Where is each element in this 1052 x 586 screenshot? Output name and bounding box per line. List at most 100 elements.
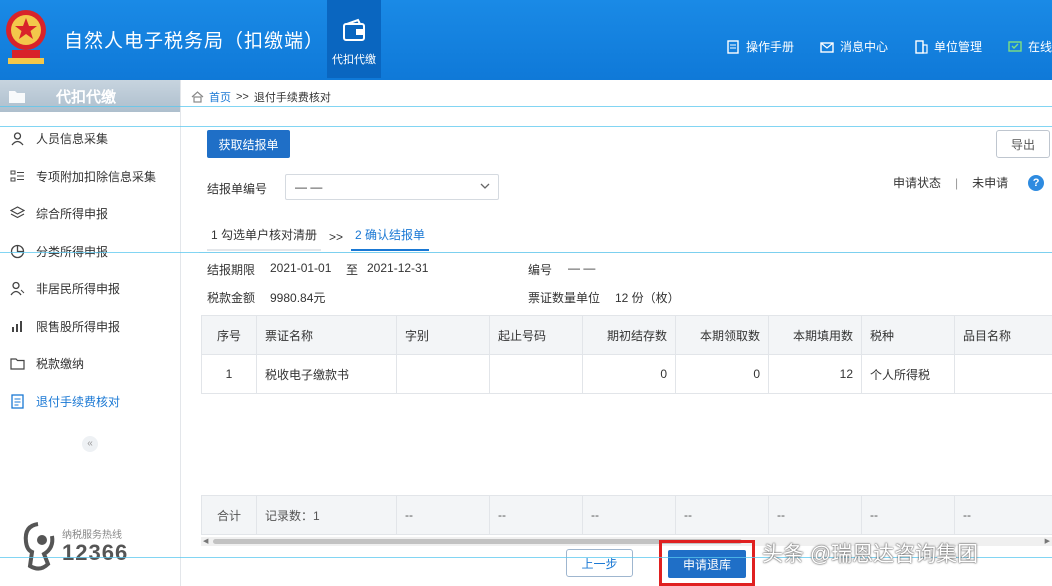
step-select-checklist[interactable]: 1 勾选单户核对清册 xyxy=(207,222,322,251)
sidebar-item-fee-refund-check[interactable]: 退付手续费核对 xyxy=(0,383,180,421)
fetch-statement-button[interactable]: 获取结报单 xyxy=(207,130,290,158)
unit-management-link[interactable]: 单位管理 xyxy=(914,38,982,55)
tax-emblem-icon xyxy=(6,10,46,64)
period-end: 2021-12-31 xyxy=(367,261,429,275)
hotline-label: 纳税服务热线 xyxy=(62,530,122,541)
column-header: 起止号码 xyxy=(489,315,583,355)
status-label: 申请状态 xyxy=(893,176,942,190)
document-icon xyxy=(11,394,24,409)
tax-amount-value: 9980.84元 xyxy=(270,291,326,305)
cell-seq: 1 xyxy=(201,354,257,394)
column-header: 税种 xyxy=(861,315,955,355)
main-content: 首页 >> 退付手续费核对 获取结报单 导出 结报单编号 — — 申请状态 | … xyxy=(181,80,1052,586)
online-link-label: 在线 xyxy=(1027,40,1052,54)
table-empty-area xyxy=(201,393,1052,496)
cell-number-range xyxy=(489,354,583,394)
application-status: 申请状态 | 未申请 ? xyxy=(893,174,1045,191)
footer-cell: -- xyxy=(582,495,676,535)
person-outline-icon xyxy=(10,282,25,296)
withholding-tool-tile[interactable]: 代扣代缴 xyxy=(327,0,381,78)
tool-tile-label: 代扣代缴 xyxy=(332,54,376,66)
person-icon xyxy=(11,132,24,146)
top-bar: 自然人电子税务局（扣缴端） 代扣代缴 操作手册 消息中心 单位管理 在线 xyxy=(0,0,1052,80)
sidebar-list: 人员信息采集 专项附加扣除信息采集 综合所得申报 分类所得申报 非居民所得申报 … xyxy=(0,120,180,420)
footer-cell: -- xyxy=(768,495,862,535)
sidebar-item-label: 退付手续费核对 xyxy=(36,394,121,409)
message-center-label: 消息中心 xyxy=(839,40,888,54)
number-label: 编号 xyxy=(528,263,553,277)
manual-icon xyxy=(727,39,739,54)
online-icon xyxy=(1008,40,1022,52)
watermark: 头条 @瑞恩达咨询集团 xyxy=(762,543,979,566)
statement-no-select[interactable]: — — xyxy=(285,174,499,200)
cell-prefix xyxy=(396,354,490,394)
sidebar-item-nonresident-income[interactable]: 非居民所得申报 xyxy=(0,270,180,308)
manual-link[interactable]: 操作手册 xyxy=(726,38,794,55)
footer-cell: -- xyxy=(675,495,769,535)
footer-cell: -- xyxy=(396,495,490,535)
sidebar-item-tax-payment[interactable]: 税款缴纳 xyxy=(0,345,180,383)
message-center-link[interactable]: 消息中心 xyxy=(820,38,888,55)
sidebar-item-classified-income[interactable]: 分类所得申报 xyxy=(0,233,180,271)
highlight-box: 申请退库 xyxy=(659,540,755,586)
sidebar-item-restricted-shares[interactable]: 限售股所得申报 xyxy=(0,308,180,346)
column-header: 序号 xyxy=(201,315,257,355)
layers-icon xyxy=(10,206,25,219)
column-header: 本期领取数 xyxy=(675,315,769,355)
column-header: 期初结存数 xyxy=(582,315,676,355)
sidebar-title: 代扣代缴 xyxy=(56,88,117,106)
footer-cell: -- xyxy=(954,495,1052,535)
step-indicator: 1 勾选单户核对清册 >> 2 确认结报单 xyxy=(207,222,430,251)
collapse-sidebar-button[interactable]: « xyxy=(82,436,98,452)
sidebar-item-label: 人员信息采集 xyxy=(36,132,109,147)
home-icon xyxy=(191,91,204,103)
footer-cell: -- xyxy=(489,495,583,535)
unit-management-label: 单位管理 xyxy=(933,40,982,54)
hotline-number: 12366 xyxy=(62,540,129,565)
breadcrumb-home[interactable]: 首页 xyxy=(209,89,231,105)
scroll-left-icon[interactable]: ◀ xyxy=(203,537,208,546)
column-header: 票证名称 xyxy=(256,315,397,355)
chevron-down-icon xyxy=(480,183,490,189)
pie-icon xyxy=(10,244,25,258)
breadcrumb-separator: >> xyxy=(236,91,249,103)
sidebar-item-label: 专项附加扣除信息采集 xyxy=(36,169,157,184)
export-button[interactable]: 导出 xyxy=(996,130,1050,158)
hotline-block: 纳税服务热线 12366 xyxy=(18,520,168,576)
table-header-row: 序号 票证名称 字别 起止号码 期初结存数 本期领取数 本期填用数 税种 品目名… xyxy=(201,315,1052,355)
step-separator: >> xyxy=(329,229,344,244)
sidebar-item-label: 综合所得申报 xyxy=(36,207,109,222)
apply-refund-button[interactable]: 申请退库 xyxy=(668,550,746,578)
table-row[interactable]: 1 税收电子缴款书 0 0 12 个人所得税 xyxy=(201,354,1052,394)
footer-cell: -- xyxy=(861,495,955,535)
period-label: 结报期限 xyxy=(207,263,256,277)
period-start: 2021-01-01 xyxy=(270,261,332,275)
online-link[interactable]: 在线 xyxy=(1008,38,1052,55)
ticket-table: 序号 票证名称 字别 起止号码 期初结存数 本期领取数 本期填用数 税种 品目名… xyxy=(201,315,1052,535)
cell-received: 0 xyxy=(675,354,769,394)
mail-icon xyxy=(820,41,834,53)
ticket-unit-label: 票证数量单位 xyxy=(528,291,601,305)
sidebar-item-personnel-info[interactable]: 人员信息采集 xyxy=(0,120,180,158)
table-footer-row: 合计 记录数：1 -- -- -- -- -- -- -- xyxy=(201,495,1052,535)
column-header: 本期填用数 xyxy=(768,315,862,355)
footer-total-label: 合计 xyxy=(201,495,257,535)
sidebar-item-label: 非居民所得申报 xyxy=(36,282,121,297)
manual-link-label: 操作手册 xyxy=(745,40,794,54)
help-icon[interactable]: ? xyxy=(1028,174,1045,191)
sidebar-item-special-deduction[interactable]: 专项附加扣除信息采集 xyxy=(0,158,180,196)
cell-opening-stock: 0 xyxy=(582,354,676,394)
cell-tax-type: 个人所得税 xyxy=(861,354,955,394)
folder-icon xyxy=(9,91,25,103)
sidebar-item-comprehensive-income[interactable]: 综合所得申报 xyxy=(0,195,180,233)
scroll-right-icon[interactable]: ▶ xyxy=(1045,537,1050,546)
statement-no-label: 结报单编号 xyxy=(207,182,268,196)
footer-record-count: 记录数：1 xyxy=(256,495,397,535)
sidebar: 代扣代缴 人员信息采集 专项附加扣除信息采集 综合所得申报 分类所得申报 非居民… xyxy=(0,80,181,586)
step-confirm-statement[interactable]: 2 确认结报单 xyxy=(351,222,430,251)
previous-step-button[interactable]: 上一步 xyxy=(566,549,633,577)
status-separator: | xyxy=(955,175,959,190)
sidebar-item-label: 分类所得申报 xyxy=(36,244,109,259)
column-header: 品目名称 xyxy=(954,315,1052,355)
cell-ticket-name: 税收电子缴款书 xyxy=(256,354,397,394)
